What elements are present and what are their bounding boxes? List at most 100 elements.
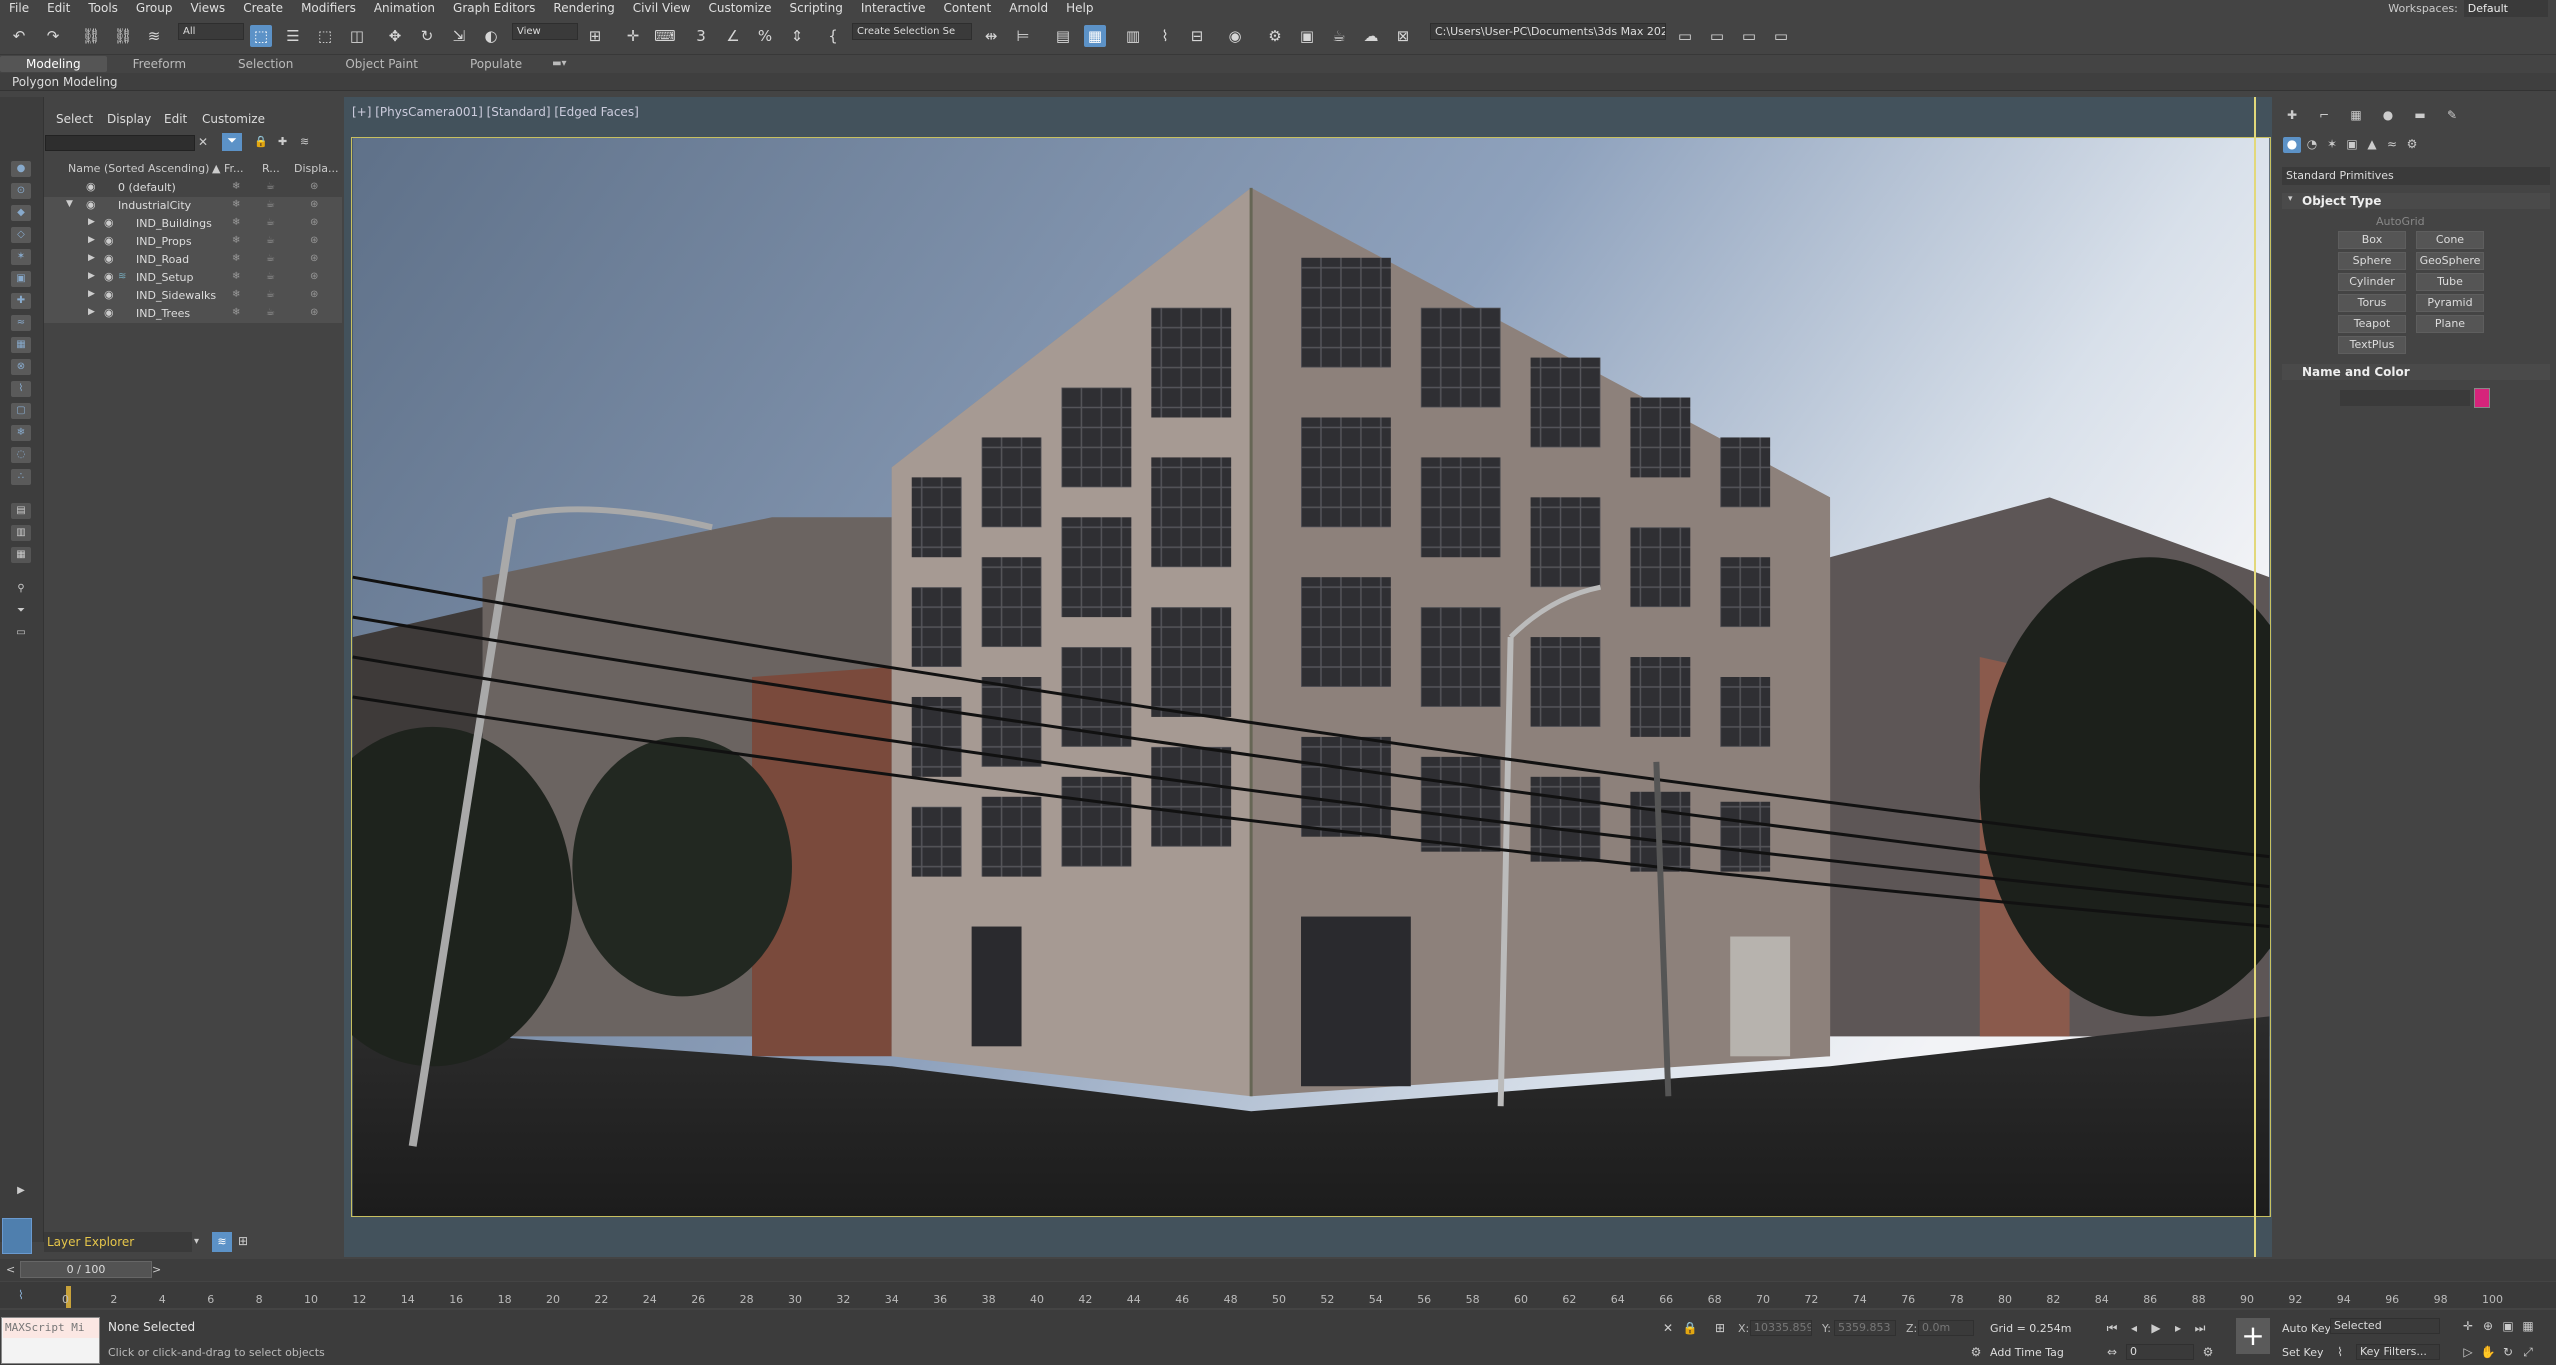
display-bones-icon[interactable]: ⌇ [11, 381, 31, 397]
textplus-button[interactable]: TextPlus [2338, 336, 2406, 354]
tab-modeling[interactable]: Modeling [0, 56, 107, 72]
curve-editor-mini-icon[interactable]: ⌇ [18, 1288, 24, 1302]
menu-modifiers[interactable]: Modifiers [292, 0, 365, 17]
goto-start-icon[interactable]: ⏮ [2104, 1320, 2120, 1336]
rendered-frame-window-icon[interactable]: ▣ [1296, 25, 1318, 47]
rectangular-region-icon[interactable]: ⬚ [314, 25, 336, 47]
ribbon-options-icon[interactable]: ▬▾ [548, 56, 570, 72]
orbit-icon[interactable]: ↻ [2500, 1344, 2516, 1360]
display-geometry-icon[interactable]: ◆ [11, 205, 31, 221]
expand-icon[interactable]: ▶ [88, 253, 95, 263]
display-cameras-icon[interactable]: ▣ [11, 271, 31, 287]
menu-arnold[interactable]: Arnold [1000, 0, 1057, 17]
viewport-label[interactable]: [+] [PhysCamera001] [Standard] [Edged Fa… [352, 105, 639, 119]
layer-explorer-arrow-icon[interactable]: ▾ [194, 1236, 199, 1247]
rollout-collapse-icon[interactable]: ▾ [2288, 194, 2293, 204]
select-object-icon[interactable]: ⬚ [250, 25, 272, 47]
menu-help[interactable]: Help [1057, 0, 1102, 17]
align-icon[interactable]: ⊨ [1012, 25, 1034, 47]
display-all-icon[interactable]: ⊙ [11, 183, 31, 199]
zoom-extents-all-icon[interactable]: ▦ [2520, 1318, 2536, 1334]
zoom-all-icon[interactable]: ⊕ [2480, 1318, 2496, 1334]
unlink-icon[interactable]: ⛓ [112, 25, 134, 47]
render-teapot-icon[interactable]: ☕ [266, 271, 275, 282]
play-icon[interactable]: ▶ [2148, 1320, 2164, 1336]
key-filters-button[interactable]: Key Filters... [2356, 1344, 2440, 1360]
freeze-icon[interactable]: ❄ [232, 181, 240, 192]
visibility-eye-icon[interactable]: ◉ [104, 234, 114, 247]
render-setup-icon[interactable]: ⚙ [1264, 25, 1286, 47]
visibility-eye-icon[interactable]: ◉ [104, 216, 114, 229]
display-lights-icon[interactable]: ✶ [11, 249, 31, 265]
geometry-category-icon[interactable]: ● [2283, 137, 2301, 153]
menu-create[interactable]: Create [234, 0, 292, 17]
time-next-icon[interactable]: > [152, 1263, 161, 1276]
pyramid-button[interactable]: Pyramid [2416, 294, 2484, 312]
hierarchy-tab-icon[interactable]: ▦ [2347, 108, 2365, 124]
expand-icon[interactable]: ▶ [88, 271, 95, 281]
display-none-icon[interactable]: ● [11, 161, 31, 177]
visibility-eye-icon[interactable]: ◉ [86, 180, 96, 193]
autogrid-checkbox[interactable]: AutoGrid [2376, 215, 2425, 228]
display-icon[interactable]: ⊛ [310, 253, 318, 264]
render-teapot-icon[interactable]: ☕ [266, 307, 275, 318]
scale-icon[interactable]: ⇲ [448, 25, 470, 47]
project-folder-dropdown[interactable]: C:\Users\User-PC\Documents\3ds Max 2021 [1430, 23, 1666, 40]
zoom-extents-icon[interactable]: ▣ [2500, 1318, 2516, 1334]
freeze-icon[interactable]: ❄ [232, 289, 240, 300]
menu-group[interactable]: Group [127, 0, 182, 17]
clear-search-icon[interactable]: ✕ [198, 135, 208, 149]
display-shapes-icon[interactable]: ◇ [11, 227, 31, 243]
layers-icon[interactable]: ≋ [300, 135, 309, 148]
explorer-menu-customize[interactable]: Customize [202, 112, 265, 126]
open-a360-gallery-icon[interactable]: ⊠ [1392, 25, 1414, 47]
edit-named-selection-icon[interactable]: { [822, 25, 844, 47]
menu-customize[interactable]: Customize [699, 0, 780, 17]
columns-icon[interactable]: ▦ [11, 547, 31, 563]
goto-end-icon[interactable]: ⏭ [2192, 1320, 2208, 1336]
display-hidden-icon[interactable]: ◌ [11, 447, 31, 463]
menu-views[interactable]: Views [181, 0, 234, 17]
column-frozen[interactable]: ▲ Fr... [212, 162, 244, 175]
link-icon[interactable]: ⛓ [80, 25, 102, 47]
cone-button[interactable]: Cone [2416, 231, 2484, 249]
time-slider-handle[interactable]: 0 / 100 [20, 1261, 152, 1278]
display-icon[interactable]: ⊛ [310, 307, 318, 318]
explorer-search-input[interactable] [45, 135, 195, 151]
new-layer-icon[interactable]: ✚ [278, 135, 287, 148]
z-coordinate[interactable]: 0.0m [1918, 1320, 1974, 1336]
redo-icon[interactable]: ↷ [42, 25, 64, 47]
create-selection-set-dropdown[interactable]: Create Selection Se [852, 23, 972, 40]
maxscript-input[interactable]: MAXScript Mi [3, 1318, 99, 1338]
visibility-eye-icon[interactable]: ◉ [104, 288, 114, 301]
teapot-button[interactable]: Teapot [2338, 315, 2406, 333]
lights-category-icon[interactable]: ✶ [2323, 137, 2341, 153]
lock-icon[interactable]: 🔒 [254, 135, 268, 148]
expand-icon[interactable]: ▶ [88, 217, 95, 227]
helpers-category-icon[interactable]: ▲ [2363, 137, 2381, 153]
schematic-view-icon[interactable]: ⊟ [1186, 25, 1208, 47]
maxscript-listener[interactable]: MAXScript Mi [1, 1317, 100, 1364]
explorer-pin-icon[interactable]: ⊞ [238, 1234, 248, 1248]
render-teapot-icon[interactable]: ☕ [266, 253, 275, 264]
menu-animation[interactable]: Animation [365, 0, 444, 17]
freeze-icon[interactable]: ❄ [232, 253, 240, 264]
curve-editor-icon[interactable]: ⌇ [1154, 25, 1176, 47]
primitive-type-dropdown[interactable]: Standard Primitives [2282, 167, 2550, 185]
display-icon[interactable]: ⊛ [310, 199, 318, 210]
tree-row-ind-props[interactable]: ▶ ◉ IND_Props ❄ ☕ ⊛ [44, 233, 342, 251]
render-teapot-icon[interactable]: ☕ [266, 217, 275, 228]
freeze-icon[interactable]: ❄ [232, 199, 240, 210]
menu-tools[interactable]: Tools [79, 0, 127, 17]
mirror-icon[interactable]: ⇹ [980, 25, 1002, 47]
layer-manager-icon[interactable]: ≋ [212, 1232, 232, 1252]
key-mode-dropdown[interactable]: Selected [2330, 1318, 2440, 1334]
object-type-rollout[interactable]: Object Type [2282, 193, 2550, 209]
tree-row-default-layer[interactable]: ◉ 0 (default) ❄ ☕ ⊛ [44, 179, 342, 197]
sort-icon[interactable]: ▥ [11, 525, 31, 541]
menu-scripting[interactable]: Scripting [780, 0, 851, 17]
selection-filter-dropdown[interactable]: All [178, 23, 244, 40]
visibility-eye-icon[interactable]: ◉ [104, 270, 114, 283]
polygon-modeling-label[interactable]: Polygon Modeling [12, 75, 118, 89]
display-helpers-icon[interactable]: ✚ [11, 293, 31, 309]
